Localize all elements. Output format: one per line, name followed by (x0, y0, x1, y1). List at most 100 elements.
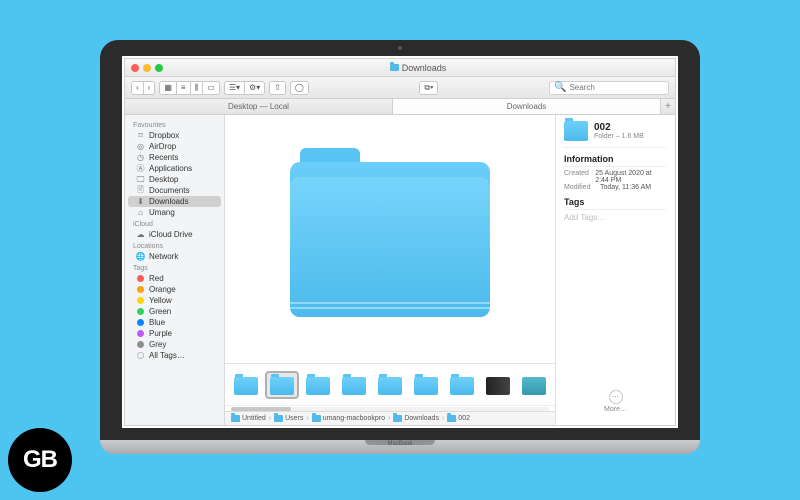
preview-area (225, 115, 555, 363)
tab-desktop[interactable]: Desktop — Local (125, 99, 393, 114)
sidebar-item-label: Desktop (149, 175, 178, 184)
tag-dot-icon (136, 285, 145, 294)
zoom-icon[interactable] (155, 64, 163, 72)
chevron-right-icon: › (388, 415, 390, 422)
location-tabs: Desktop — Local Downloads + (125, 99, 675, 115)
clock-icon: ◷ (136, 153, 145, 162)
chevron-right-icon: › (269, 415, 271, 422)
thumbnail[interactable] (339, 373, 369, 397)
folder-icon (306, 377, 330, 395)
info-section-title: Information (564, 154, 667, 167)
sidebar-item-dropbox[interactable]: ⌑ Dropbox (128, 130, 221, 141)
camera-dot (398, 46, 402, 50)
thumbnail[interactable] (483, 373, 513, 397)
tags-input[interactable]: Add Tags… (564, 213, 667, 222)
thumbnail[interactable] (447, 373, 477, 397)
sidebar-item-red[interactable]: Red (128, 273, 221, 284)
path-crumb[interactable]: Untitled (231, 415, 266, 422)
sidebar-item-recents[interactable]: ◷Recents (128, 152, 221, 163)
path-crumb[interactable]: umang-macbookpro (312, 415, 385, 422)
sidebar-item-umang[interactable]: ⌂ Umang (128, 207, 221, 218)
path-crumb[interactable]: Downloads (393, 415, 439, 422)
thumbnail-strip (225, 363, 555, 405)
path-crumb[interactable]: 002 (447, 415, 470, 422)
sidebar-item-downloads[interactable]: ⬇Downloads (128, 196, 221, 207)
sidebar-item-network[interactable]: 🌐Network (128, 251, 221, 262)
folder-icon (342, 377, 366, 395)
info-more[interactable]: ⋯ More… (564, 384, 667, 419)
sidebar-item-applications[interactable]: ⒶApplications (128, 163, 221, 174)
sidebar-item-blue[interactable]: Blue (128, 317, 221, 328)
view-group: ▦ ≡ ⫼ ▭ (159, 81, 219, 95)
action-button[interactable]: ⚙▾ (244, 81, 265, 95)
scroll-thumb[interactable] (231, 407, 291, 411)
sidebar-item-documents[interactable]: 🗎Documents (128, 185, 221, 196)
list-view-button[interactable]: ≡ (176, 81, 190, 95)
dropbox-icon: ⌑ (136, 131, 145, 140)
icon-view-button[interactable]: ▦ (159, 81, 176, 95)
search-field[interactable]: 🔍 (549, 81, 669, 95)
sidebar-item-label: Network (149, 252, 178, 261)
sidebar-item-label: iCloud Drive (149, 230, 193, 239)
path-crumb[interactable]: Users (274, 415, 303, 422)
info-kind: Folder – 1.6 MB (594, 133, 644, 140)
gallery-view-button[interactable]: ▭ (202, 81, 220, 95)
image-icon (486, 377, 510, 395)
sidebar-item-label: AirDrop (149, 142, 176, 151)
thumbnail[interactable] (303, 373, 333, 397)
chevron-right-icon: › (306, 415, 308, 422)
thumbnail[interactable] (519, 373, 549, 397)
hinge-notch (365, 440, 435, 445)
close-icon[interactable] (131, 64, 139, 72)
forward-button[interactable]: › (143, 81, 156, 95)
horizontal-scrollbar[interactable] (225, 405, 555, 411)
search-input[interactable] (569, 83, 678, 92)
chevron-right-icon: › (442, 415, 444, 422)
thumbnail[interactable] (231, 373, 261, 397)
back-button[interactable]: ‹ (131, 81, 143, 95)
sidebar-item-purple[interactable]: Purple (128, 328, 221, 339)
section-label: iCloud (125, 218, 224, 229)
sidebar-item-all-tags-[interactable]: All Tags… (128, 350, 221, 361)
sidebar-item-orange[interactable]: Orange (128, 284, 221, 295)
new-tab-button[interactable]: + (661, 99, 675, 114)
info-panel: 002 Folder – 1.6 MB Information Created … (555, 115, 675, 425)
screen: Downloads ‹ › ▦ ≡ ⫼ ▭ ☰▾ (122, 56, 678, 428)
info-tags-title: Tags (564, 197, 667, 210)
folder-icon (312, 415, 321, 422)
folder-icon (450, 377, 474, 395)
tag-dot-icon (136, 274, 145, 283)
sidebar-item-green[interactable]: Green (128, 306, 221, 317)
macbook-frame: Downloads ‹ › ▦ ≡ ⫼ ▭ ☰▾ (100, 40, 700, 460)
column-view-button[interactable]: ⫼ (190, 81, 203, 95)
tag-dot-icon (136, 351, 145, 360)
tag-dot-icon (136, 340, 145, 349)
section-label: Favourites (125, 119, 224, 130)
thumbnail[interactable] (267, 373, 297, 397)
window-body: Favourites⌑ Dropbox◎AirDrop◷RecentsⒶAppli… (125, 115, 675, 425)
share-button[interactable]: ⇧ (269, 81, 286, 95)
sidebar-item-label: Dropbox (149, 131, 179, 140)
sidebar-item-label: Orange (149, 285, 176, 294)
sidebar-item-icloud-drive[interactable]: ☁iCloud Drive (128, 229, 221, 240)
thumbnail[interactable] (411, 373, 441, 397)
path-label: Untitled (242, 415, 266, 422)
info-created-label: Created (564, 170, 591, 184)
info-tags: Tags Add Tags… (564, 197, 667, 222)
sidebar-item-yellow[interactable]: Yellow (128, 295, 221, 306)
thumbnail[interactable] (375, 373, 405, 397)
sidebar-item-label: Applications (149, 164, 192, 173)
sidebar-item-label: Documents (149, 186, 189, 195)
tags-button[interactable]: ◯ (290, 81, 309, 95)
minimize-icon[interactable] (143, 64, 151, 72)
folder-icon (274, 415, 283, 422)
tab-downloads[interactable]: Downloads (393, 99, 661, 114)
tag-dot-icon (136, 329, 145, 338)
sidebar-item-grey[interactable]: Grey (128, 339, 221, 350)
home-icon: ⌂ (136, 208, 145, 217)
sidebar-item-airdrop[interactable]: ◎AirDrop (128, 141, 221, 152)
sidebar: Favourites⌑ Dropbox◎AirDrop◷RecentsⒶAppli… (125, 115, 225, 425)
dropbox-toolbar-button[interactable]: ⧉▾ (419, 81, 438, 95)
sidebar-item-label: Umang (149, 208, 175, 217)
arrange-button[interactable]: ☰▾ (224, 81, 244, 95)
